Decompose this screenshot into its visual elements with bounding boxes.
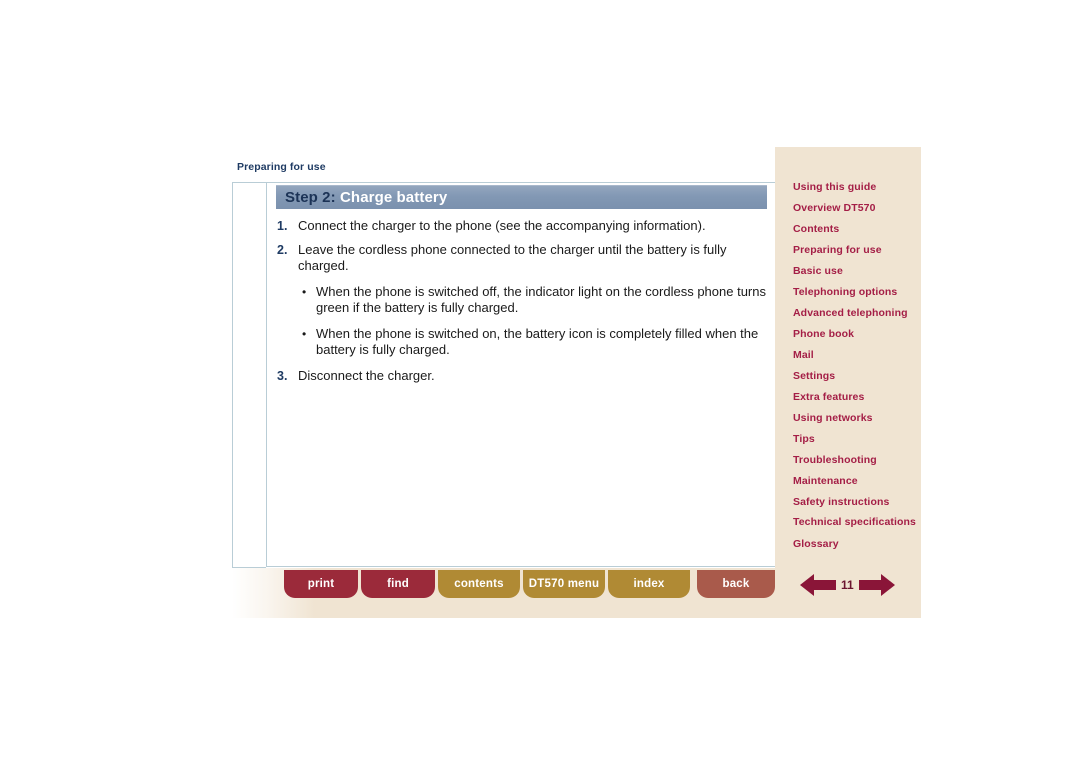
step-title: Charge battery	[340, 189, 448, 206]
sidebar-item-contents[interactable]: Contents	[793, 223, 917, 235]
list-item-text: Leave the cordless phone connected to th…	[298, 241, 727, 274]
bullet-icon: •	[302, 326, 307, 341]
sidebar-item-phone-book[interactable]: Phone book	[793, 328, 917, 340]
sidebar-item-maintenance[interactable]: Maintenance	[793, 475, 917, 487]
sidebar-item-using-this-guide[interactable]: Using this guide	[793, 181, 917, 193]
sub-bullet-list: • When the phone is switched off, the in…	[298, 284, 776, 359]
sidebar-item-mail[interactable]: Mail	[793, 349, 917, 361]
step-label: Step 2:	[285, 189, 336, 206]
contents-button[interactable]: contents	[438, 570, 520, 598]
section-header-bar: Step 2: Charge battery	[276, 185, 767, 209]
list-item-marker: 1.	[277, 219, 288, 233]
navigation-button-row: print find contents DT570 menu index bac…	[284, 570, 778, 598]
breadcrumb: Preparing for use	[237, 161, 326, 173]
list-item: 2. Leave the cordless phone connected to…	[276, 242, 776, 275]
page-frame-accent	[232, 182, 266, 568]
sidebar-navigation: Using this guide Overview DT570 Contents…	[775, 147, 921, 618]
sidebar-item-telephoning-options[interactable]: Telephoning options	[793, 286, 917, 298]
left-arrow-icon[interactable]	[800, 572, 836, 598]
list-item-marker: 3.	[277, 368, 288, 383]
dt570-menu-button[interactable]: DT570 menu	[523, 570, 605, 598]
sidebar-item-troubleshooting[interactable]: Troubleshooting	[793, 454, 917, 466]
print-button[interactable]: print	[284, 570, 358, 598]
sidebar-item-tips[interactable]: Tips	[793, 433, 917, 445]
document-page: Preparing for use Step 2: Charge battery…	[0, 0, 1080, 763]
sidebar-item-list: Using this guide Overview DT570 Contents…	[793, 181, 917, 559]
sidebar-item-preparing-for-use[interactable]: Preparing for use	[793, 244, 917, 256]
list-item: • When the phone is switched off, the in…	[298, 284, 776, 317]
list-item-text: When the phone is switched off, the indi…	[316, 283, 766, 316]
sidebar-item-using-networks[interactable]: Using networks	[793, 412, 917, 424]
list-item: 3. Disconnect the charger.	[276, 368, 776, 385]
instruction-list: 1. Connect the charger to the phone (see…	[276, 218, 776, 391]
sidebar-item-safety-instructions[interactable]: Safety instructions	[793, 496, 917, 508]
back-button[interactable]: back	[697, 570, 775, 598]
sidebar-item-advanced-telephoning[interactable]: Advanced telephoning	[793, 307, 917, 319]
sidebar-item-technical-specifications[interactable]: Technical specifications	[793, 516, 917, 529]
sidebar-item-basic-use[interactable]: Basic use	[793, 265, 917, 277]
index-button[interactable]: index	[608, 570, 690, 598]
bottom-toolbar: print find contents DT570 menu index bac…	[232, 568, 921, 618]
sidebar-item-overview-dt570[interactable]: Overview DT570	[793, 202, 917, 214]
list-item-text: Disconnect the charger.	[298, 367, 435, 383]
list-item-text: Connect the charger to the phone (see th…	[298, 218, 706, 233]
sidebar-item-extra-features[interactable]: Extra features	[793, 391, 917, 403]
page-title: Step 2: Charge battery	[285, 189, 447, 206]
page-number: 11	[841, 578, 854, 592]
sidebar-item-settings[interactable]: Settings	[793, 370, 917, 382]
list-item: 1. Connect the charger to the phone (see…	[276, 218, 776, 235]
bullet-icon: •	[302, 284, 307, 299]
list-item-text: When the phone is switched on, the batte…	[316, 325, 759, 358]
sidebar-item-glossary[interactable]: Glossary	[793, 538, 917, 550]
list-item: • When the phone is switched on, the bat…	[298, 326, 776, 359]
page-navigation: 11	[800, 572, 895, 598]
right-arrow-icon[interactable]	[858, 572, 895, 598]
list-item-marker: 2.	[277, 242, 288, 257]
find-button[interactable]: find	[361, 570, 435, 598]
